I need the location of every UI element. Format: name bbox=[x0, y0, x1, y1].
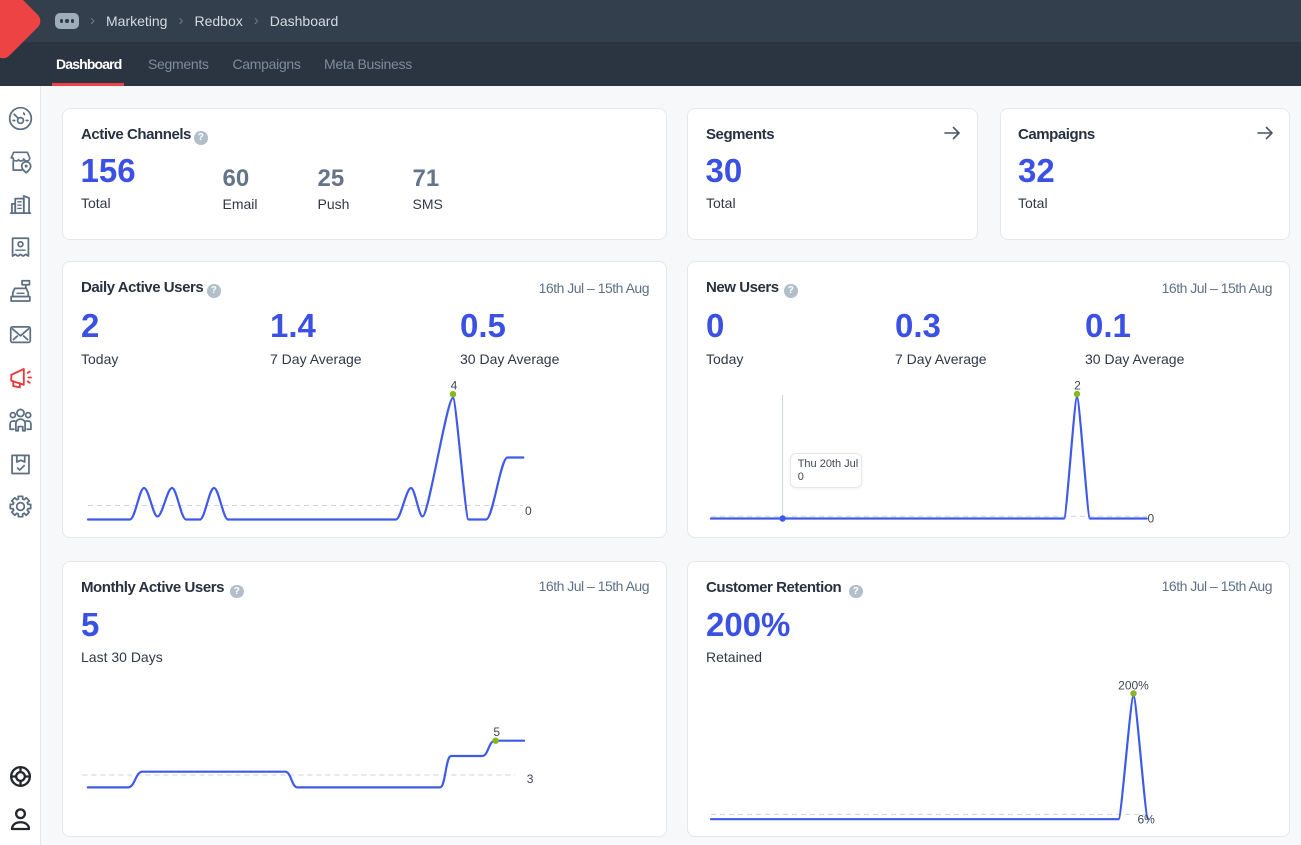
svg-text:6%: 6% bbox=[1138, 812, 1156, 826]
svg-text:4: 4 bbox=[451, 378, 458, 392]
svg-text:0: 0 bbox=[525, 503, 532, 517]
svg-text:5: 5 bbox=[493, 724, 500, 738]
svg-text:2: 2 bbox=[1074, 378, 1081, 392]
svg-text:200%: 200% bbox=[1118, 678, 1149, 692]
svg-text:3: 3 bbox=[527, 772, 534, 786]
svg-text:0: 0 bbox=[1148, 511, 1155, 525]
